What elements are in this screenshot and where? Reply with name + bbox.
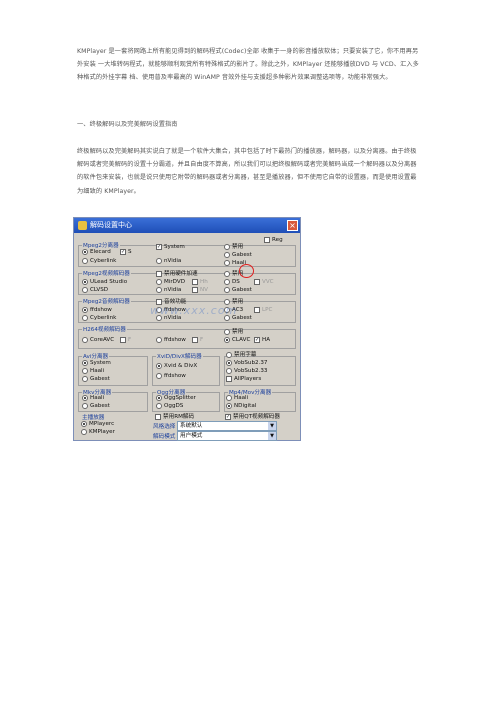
app-icon: [78, 221, 87, 230]
radio-cyberlink[interactable]: Cyberlink: [82, 314, 116, 322]
radio-disable[interactable]: 禁用: [224, 328, 243, 336]
dialog-title: 解码设置中心: [90, 221, 132, 229]
watermark: www.xxx.com: [150, 304, 238, 317]
radio-nvidia[interactable]: nVidia: [156, 286, 181, 294]
group-label: Mpeg2视频解码器: [82, 269, 131, 277]
close-icon[interactable]: ×: [287, 220, 298, 231]
radio-haali[interactable]: Haali: [82, 367, 104, 375]
radio-cyberlink[interactable]: Cyberlink: [82, 257, 116, 265]
radio-coreavc[interactable]: CoreAVC: [82, 336, 114, 344]
radio-clvsd[interactable]: CLVSD: [82, 286, 108, 294]
radio-nvidia[interactable]: nVidia: [156, 257, 181, 265]
checkbox-f[interactable]: F: [192, 336, 203, 344]
checkbox-system[interactable]: ✓ System: [156, 243, 185, 251]
radio-ffdshow[interactable]: ffdshow: [82, 306, 112, 314]
radio-ffdshow[interactable]: ffdshow: [156, 336, 186, 344]
radio-elecard[interactable]: Elecard: [82, 248, 111, 256]
checkbox-s[interactable]: ✓ S: [120, 248, 132, 256]
radio-xvid-divx[interactable]: Xvid & DivX: [156, 362, 197, 370]
radio-disable[interactable]: 禁用: [224, 243, 243, 251]
radio-ffdshow[interactable]: ffdshow: [156, 372, 186, 380]
checkbox-hh[interactable]: Hh: [192, 278, 208, 286]
radio-oggsplitter[interactable]: OggSplitter: [156, 394, 196, 402]
radio-system[interactable]: System: [82, 359, 111, 367]
section-heading: 一、终极解码以及完美解码设置指南: [77, 121, 178, 128]
reg-checkbox[interactable]: Reg: [264, 236, 283, 244]
radio-vobsub-233[interactable]: VobSub2.33: [226, 367, 267, 375]
checkbox-disable-hw[interactable]: 禁用硬件加速: [156, 270, 198, 278]
radio-oggds[interactable]: OggDS: [156, 402, 183, 410]
radio-gabest[interactable]: Gabest: [82, 402, 110, 410]
radio-ndigital[interactable]: NDigital: [226, 402, 256, 410]
radio-vobsub-237[interactable]: VobSub2.37: [226, 359, 267, 367]
radio-gabest[interactable]: Gabest: [82, 375, 110, 383]
checkbox-allplayers[interactable]: AllPlayers: [226, 375, 261, 383]
radio-ds[interactable]: DS: [224, 278, 240, 286]
group-label: H264视频解码器: [82, 325, 127, 333]
radio-gabest[interactable]: Gabest: [224, 286, 252, 294]
radio-ulead[interactable]: ULead Studio: [82, 278, 127, 286]
group-label: Mpeg2音频解码器: [82, 297, 131, 305]
radio-gabest[interactable]: Gabest: [224, 251, 252, 259]
checkbox-vvc[interactable]: VVC: [254, 278, 274, 286]
radio-mirdvd[interactable]: MirDVD: [156, 278, 185, 286]
checkbox-f[interactable]: F: [120, 336, 131, 344]
xvid-group: [152, 356, 220, 386]
dialog-titlebar: 解码设置中心 ×: [74, 218, 300, 233]
highlight-circle: [239, 264, 254, 278]
radio-clavc[interactable]: CLAVC: [224, 336, 250, 344]
radio-disable-subtitle[interactable]: 禁用字幕: [226, 351, 256, 359]
intro-paragraph: KMPlayer 是一套将网路上所有能见得到的解码程式(Codec)全部 收集于…: [77, 48, 419, 82]
group-label: XviD/DivX解码器: [156, 352, 203, 360]
decoder-settings-dialog: 解码设置中心 × Reg Mpeg2分离器 Elecard ✓ S ✓ System…: [73, 217, 301, 441]
body-paragraph: 终极解码以及完美解码其实说白了就是一个软件大集合，其中包括了时下最热门的播放器，…: [77, 148, 417, 195]
radio-haali[interactable]: Haali: [82, 394, 104, 402]
checkbox-ha[interactable]: ✓ HA: [254, 336, 270, 344]
checkbox-lpc[interactable]: LPC: [254, 306, 272, 314]
radio-haali[interactable]: Haali: [226, 394, 248, 402]
checkbox-nv[interactable]: NV: [192, 286, 208, 294]
